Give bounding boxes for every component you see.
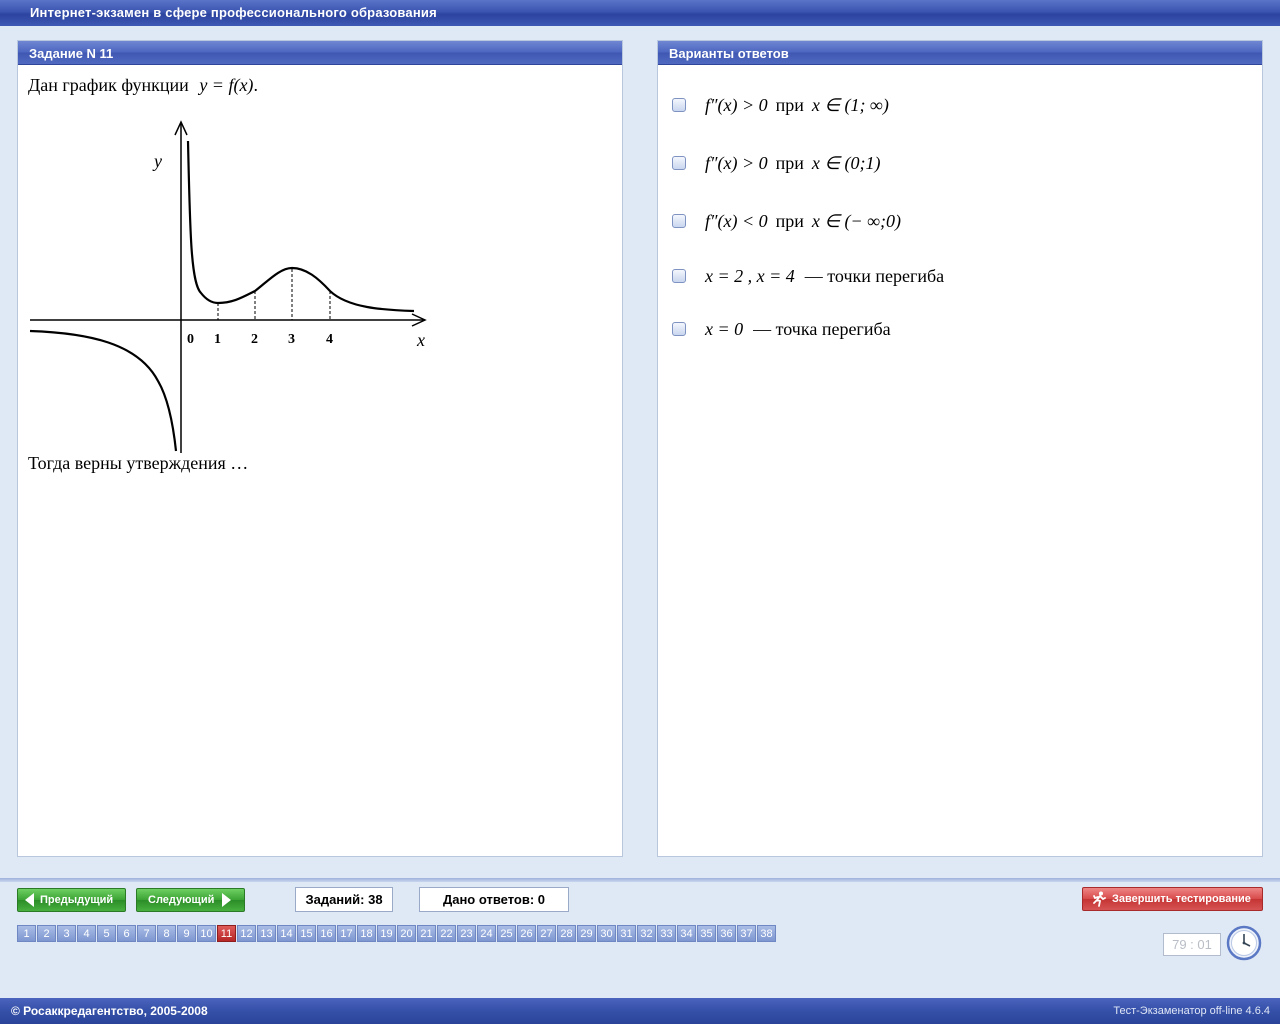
task-nav-21[interactable]: 21	[417, 925, 436, 942]
y-axis-label: y	[152, 151, 162, 171]
answer-option-3[interactable]: f″(x) < 0 при x ∈ (− ∞;0)	[672, 208, 901, 234]
answer-checkbox[interactable]	[672, 98, 686, 112]
answer-word: — точки перегиба	[804, 265, 945, 286]
timer-display: 79 : 01	[1163, 933, 1221, 956]
task-nav-35[interactable]: 35	[697, 925, 716, 942]
x-axis-label: x	[416, 330, 425, 350]
task-nav-28[interactable]: 28	[557, 925, 576, 942]
answer-lhs: x = 0	[705, 318, 744, 339]
next-button-label: Следующий	[148, 894, 215, 906]
finish-test-button[interactable]: Завершить тестирование	[1082, 887, 1263, 911]
task-nav-18[interactable]: 18	[357, 925, 376, 942]
answer-lhs: f″(x) > 0	[705, 94, 768, 115]
task-intro-formula: y = f(x)	[199, 75, 254, 95]
footer: © Росаккредагентство, 2005-2008 Тест-Экз…	[0, 998, 1280, 1024]
answer-set: x ∈ (− ∞;0)	[811, 210, 902, 231]
task-nav-8[interactable]: 8	[157, 925, 176, 942]
answer-word: при	[775, 210, 804, 231]
task-nav-2[interactable]: 2	[37, 925, 56, 942]
x-tick-label: 2	[251, 332, 258, 347]
previous-button[interactable]: Предыдущий	[17, 888, 126, 912]
task-nav-7[interactable]: 7	[137, 925, 156, 942]
answer-option-2[interactable]: f″(x) > 0 при x ∈ (0;1)	[672, 150, 881, 176]
answer-word: — точка перегиба	[753, 318, 891, 339]
task-nav-3[interactable]: 3	[57, 925, 76, 942]
arrow-right-icon	[222, 893, 232, 907]
task-nav-26[interactable]: 26	[517, 925, 536, 942]
answer-lhs: f″(x) < 0	[705, 210, 768, 231]
task-intro-text: Дан график функции	[28, 75, 189, 95]
task-nav-13[interactable]: 13	[257, 925, 276, 942]
answer-option-4[interactable]: x = 2 , x = 4 — точки перегиба	[672, 263, 944, 289]
task-nav-33[interactable]: 33	[657, 925, 676, 942]
clock-icon	[1226, 925, 1262, 961]
answer-set: x ∈ (1; ∞)	[811, 94, 889, 115]
answers-header: Варианты ответов	[658, 41, 1262, 65]
bottom-divider	[0, 878, 1280, 882]
answer-word: при	[775, 152, 804, 173]
task-nav-15[interactable]: 15	[297, 925, 316, 942]
task-nav-16[interactable]: 16	[317, 925, 336, 942]
task-nav-12[interactable]: 12	[237, 925, 256, 942]
task-navigation: 1 2 3 4 5 6 7 8 9 10 11 12 13 14 15 16 17 18 19 20 21 22 23 24 2…	[17, 925, 777, 942]
task-nav-20[interactable]: 20	[397, 925, 416, 942]
task-nav-9[interactable]: 9	[177, 925, 196, 942]
task-panel: Задание N 11 Дан график функции y = f(x)…	[17, 40, 623, 857]
task-nav-31[interactable]: 31	[617, 925, 636, 942]
running-man-icon	[1093, 891, 1106, 907]
answer-lhs: x = 2 , x = 4	[705, 265, 795, 286]
answer-lhs: f″(x) > 0	[705, 152, 768, 173]
answer-checkbox[interactable]	[672, 214, 686, 228]
curve-left-branch	[29, 329, 178, 452]
answer-checkbox[interactable]	[672, 269, 686, 283]
task-nav-4[interactable]: 4	[77, 925, 96, 942]
task-nav-27[interactable]: 27	[537, 925, 556, 942]
version-text: Тест-Экзаменатор off-line 4.6.4	[1113, 1005, 1270, 1017]
task-nav-1[interactable]: 1	[17, 925, 36, 942]
total-tasks-counter: Заданий: 38	[295, 887, 393, 912]
task-nav-17[interactable]: 17	[337, 925, 356, 942]
answer-checkbox[interactable]	[672, 322, 686, 336]
next-button[interactable]: Следующий	[136, 888, 245, 912]
task-header: Задание N 11	[18, 41, 622, 65]
task-nav-10[interactable]: 10	[197, 925, 216, 942]
task-nav-19[interactable]: 19	[377, 925, 396, 942]
window-title: Интернет-экзамен в сфере профессионально…	[0, 0, 1280, 26]
task-nav-5[interactable]: 5	[97, 925, 116, 942]
task-nav-34[interactable]: 34	[677, 925, 696, 942]
answer-option-1[interactable]: f″(x) > 0 при x ∈ (1; ∞)	[672, 92, 889, 118]
origin-label: 0	[187, 332, 194, 347]
previous-button-label: Предыдущий	[40, 894, 114, 906]
copyright-text: © Росаккредагентство, 2005-2008	[11, 1004, 208, 1018]
task-nav-14[interactable]: 14	[277, 925, 296, 942]
task-nav-11[interactable]: 11	[217, 925, 236, 942]
task-nav-25[interactable]: 25	[497, 925, 516, 942]
task-nav-30[interactable]: 30	[597, 925, 616, 942]
finish-test-label: Завершить тестирование	[1112, 893, 1251, 905]
task-nav-6[interactable]: 6	[117, 925, 136, 942]
x-tick-label: 1	[214, 332, 221, 347]
task-question: Тогда верны утверждения …	[28, 453, 249, 473]
curve-right-branch	[186, 140, 415, 313]
answer-set: x ∈ (0;1)	[811, 152, 881, 173]
answered-counter: Дано ответов: 0	[419, 887, 569, 912]
task-intro: Дан график функции y = f(x).	[28, 75, 258, 96]
task-nav-32[interactable]: 32	[637, 925, 656, 942]
task-nav-22[interactable]: 22	[437, 925, 456, 942]
answers-panel: Варианты ответов f″(x) > 0 при x ∈ (1; ∞…	[657, 40, 1263, 857]
answer-checkbox[interactable]	[672, 156, 686, 170]
x-tick-label: 4	[326, 332, 333, 347]
task-nav-29[interactable]: 29	[577, 925, 596, 942]
task-nav-24[interactable]: 24	[477, 925, 496, 942]
task-nav-23[interactable]: 23	[457, 925, 476, 942]
answer-word: при	[775, 94, 804, 115]
task-nav-38[interactable]: 38	[757, 925, 776, 942]
task-nav-37[interactable]: 37	[737, 925, 756, 942]
function-graph: y x 0 1 2 3 4	[29, 120, 427, 453]
task-nav-36[interactable]: 36	[717, 925, 736, 942]
answer-option-5[interactable]: x = 0 — точка перегиба	[672, 316, 891, 342]
x-tick-label: 3	[288, 332, 295, 347]
task-intro-suffix: .	[253, 75, 258, 95]
arrow-left-icon	[25, 893, 34, 907]
